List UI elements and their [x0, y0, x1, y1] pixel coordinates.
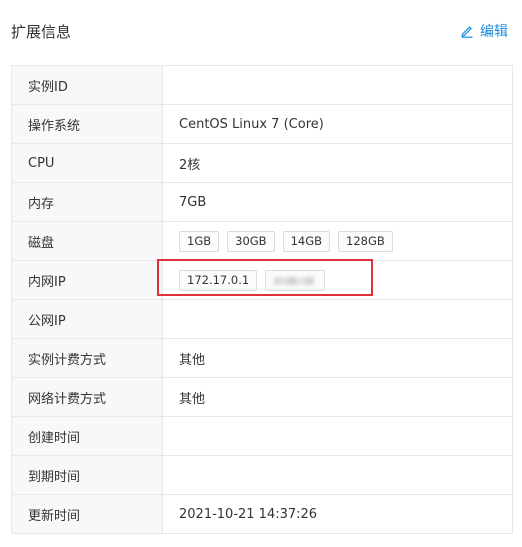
private-ip-label: 内网IP	[11, 260, 163, 300]
disk-tag: 1GB	[179, 230, 220, 252]
expire-time-value	[162, 455, 513, 495]
disk-tags: 1GB 30GB 14GB 128GB	[179, 230, 496, 252]
table-row: 实例ID	[11, 65, 513, 105]
os-label: 操作系统	[11, 104, 163, 144]
disk-tag: 14GB	[282, 230, 330, 252]
private-ip-value: 172.17.0.1	[162, 260, 513, 300]
instance-id-label: 实例ID	[11, 65, 163, 105]
private-ip-tags: 172.17.0.1	[179, 269, 496, 291]
created-time-value	[162, 416, 513, 456]
ip-tag: 172.17.0.1	[179, 269, 258, 291]
table-row: 实例计费方式 其他	[11, 338, 513, 378]
disk-value: 1GB 30GB 14GB 128GB	[162, 221, 513, 261]
table-row: CPU 2核	[11, 143, 513, 183]
disk-label: 磁盘	[11, 221, 163, 261]
table-row: 更新时间 2021-10-21 14:37:26	[11, 494, 513, 534]
memory-value: 7GB	[162, 182, 513, 222]
table-row: 到期时间	[11, 455, 513, 495]
expire-time-label: 到期时间	[11, 455, 163, 495]
pencil-icon	[460, 24, 474, 38]
os-value: CentOS Linux 7 (Core)	[162, 104, 513, 144]
table-row: 公网IP	[11, 299, 513, 339]
cpu-value: 2核	[162, 143, 513, 183]
memory-label: 内存	[11, 182, 163, 222]
panel-title: 扩展信息	[11, 22, 72, 41]
instance-id-value	[162, 65, 513, 105]
table-row: 磁盘 1GB 30GB 14GB 128GB	[11, 221, 513, 261]
instance-billing-value: 其他	[162, 338, 513, 378]
info-table: 实例ID 操作系统 CentOS Linux 7 (Core) CPU 2核 内…	[11, 65, 513, 534]
table-row: 操作系统 CentOS Linux 7 (Core)	[11, 104, 513, 144]
disk-tag: 30GB	[227, 230, 275, 252]
disk-tag: 128GB	[338, 230, 393, 252]
created-time-label: 创建时间	[11, 416, 163, 456]
edit-label: 编辑	[480, 24, 508, 40]
public-ip-value	[162, 299, 513, 339]
table-row: 内网IP 172.17.0.1	[11, 260, 513, 300]
cpu-label: CPU	[11, 143, 163, 183]
edit-button[interactable]: 编辑	[460, 21, 508, 41]
updated-time-label: 更新时间	[11, 494, 163, 534]
table-row: 网络计费方式 其他	[11, 377, 513, 417]
table-row: 内存 7GB	[11, 182, 513, 222]
network-billing-label: 网络计费方式	[11, 377, 163, 417]
panel-header: 扩展信息 编辑	[11, 0, 508, 62]
public-ip-label: 公网IP	[11, 299, 163, 339]
instance-billing-label: 实例计费方式	[11, 338, 163, 378]
network-billing-value: 其他	[162, 377, 513, 417]
redacted-ip-tag	[265, 269, 326, 291]
updated-time-value: 2021-10-21 14:37:26	[162, 494, 513, 534]
table-row: 创建时间	[11, 416, 513, 456]
extended-info-panel: 扩展信息 编辑 实例ID 操作系统 CentOS Linux 7 (Core) …	[0, 0, 522, 547]
